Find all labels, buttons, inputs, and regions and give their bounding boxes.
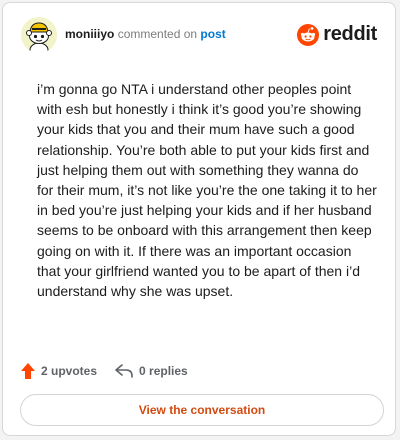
reddit-logo[interactable]: reddit (297, 23, 377, 46)
post-link[interactable]: post (200, 27, 225, 41)
reply-arrow-icon (115, 364, 133, 378)
comment-body: i’m gonna go NTA i understand other peop… (37, 81, 377, 300)
comment-byline: moniiiyo commented on post (65, 27, 226, 41)
upvote-button[interactable]: 2 upvotes (21, 363, 97, 379)
commented-on-text: commented on (117, 27, 198, 41)
view-conversation-button[interactable]: View the conversation (20, 394, 384, 426)
user-avatar[interactable] (21, 17, 57, 53)
comment-card: moniiiyo commented on post reddit i’m go… (2, 2, 396, 436)
reply-count: 0 replies (139, 364, 188, 378)
snoo-avatar-icon (21, 17, 57, 53)
reddit-alien-icon (297, 23, 320, 46)
username-link[interactable]: moniiiyo (65, 27, 114, 41)
view-conversation-label: View the conversation (138, 403, 266, 417)
reply-button[interactable]: 0 replies (115, 364, 188, 378)
upvote-arrow-icon (21, 363, 35, 379)
comment-actions: 2 upvotes 0 replies (21, 361, 206, 381)
upvote-count: 2 upvotes (41, 364, 98, 378)
reddit-wordmark: reddit (323, 23, 377, 45)
comment-header: moniiiyo commented on post reddit (21, 17, 379, 53)
